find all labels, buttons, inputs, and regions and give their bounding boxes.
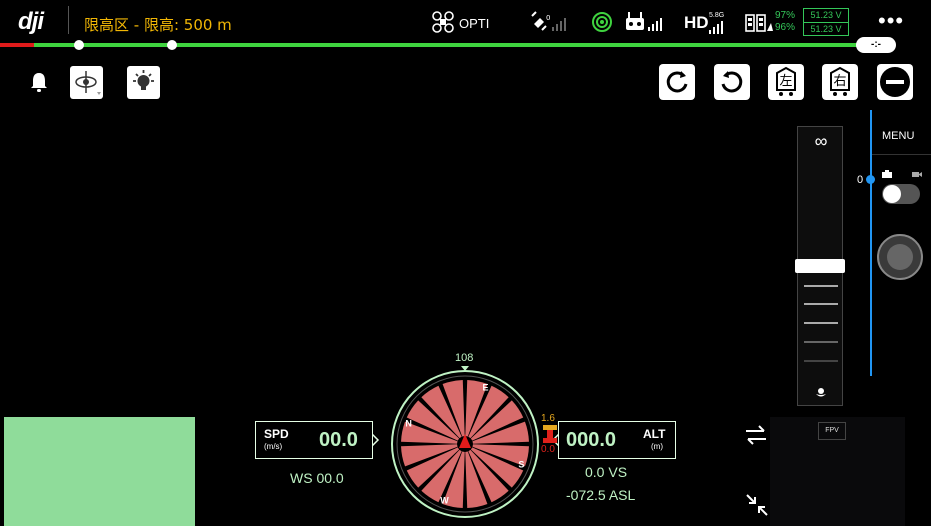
vision-sensor-icon[interactable] <box>590 10 614 34</box>
speed-unit: (m/s) <box>264 442 283 451</box>
speed-pointer-icon <box>372 434 380 446</box>
swap-view-icon[interactable] <box>744 425 768 445</box>
speed-readout: SPD (m/s) 00.0 <box>255 421 373 459</box>
slider-tick <box>804 285 838 287</box>
right-button[interactable]: 右 <box>822 64 858 100</box>
battery-percent-rc: 96% <box>775 22 796 33</box>
compass-radar: E S W N <box>391 366 539 518</box>
stop-button[interactable] <box>877 64 913 100</box>
right-button-label: 右 <box>833 74 847 89</box>
macro-flower-icon <box>816 388 826 397</box>
vertical-speed: 0.0 VS <box>585 464 628 480</box>
dji-logo[interactable]: dji <box>18 8 44 36</box>
minus-circle-icon <box>880 67 910 97</box>
bell-icon[interactable] <box>29 71 49 93</box>
gimbal-icon <box>75 71 101 95</box>
divider <box>68 6 69 34</box>
hd-signal-bars-icon <box>709 21 723 34</box>
flight-progress-line <box>0 43 870 47</box>
video-icon <box>912 172 922 177</box>
wind-speed: WS 00.0 <box>290 470 344 486</box>
rotate-clockwise-icon <box>666 71 688 93</box>
gimbal-mode-button[interactable] <box>70 66 103 99</box>
led-light-button[interactable] <box>127 66 160 99</box>
flight-mode-label[interactable]: OPTI <box>459 16 489 31</box>
lightbulb-icon <box>133 70 154 90</box>
mini-map[interactable] <box>4 417 195 526</box>
progress-marker <box>74 40 84 50</box>
slider-tick <box>804 303 838 305</box>
battery-percent-aircraft: 97% <box>775 10 796 21</box>
progress-end-marker[interactable]: -:- <box>856 37 896 53</box>
svg-text:0: 0 <box>546 14 550 22</box>
rotate-counterclockwise-button[interactable] <box>714 64 750 100</box>
remote-controller-signal-icon[interactable] <box>624 10 670 34</box>
compass-letter: E <box>483 383 489 393</box>
menu-button[interactable]: MENU <box>882 130 914 142</box>
battery-icon[interactable] <box>744 11 774 35</box>
slider-tick <box>804 360 838 362</box>
battery-voltage-1: 51.23 V <box>810 10 842 20</box>
hd-band-label: 5.8G <box>709 12 725 19</box>
fpv-label[interactable]: FPV <box>818 422 846 440</box>
obstacle-distance-top: 1.6 <box>541 413 555 424</box>
left-button[interactable]: 左 <box>768 64 804 100</box>
satellite-signal-icon[interactable]: 0 <box>530 10 572 34</box>
battery-percent: 97% 96% <box>775 10 795 34</box>
slider-handle[interactable] <box>795 259 845 273</box>
divider <box>872 154 931 155</box>
speed-label: SPD <box>264 427 289 441</box>
flight-progress-red-segment <box>0 43 34 47</box>
altitude-above-sea-level: -072.5 ASL <box>566 487 636 503</box>
battery-voltage: 51.23 V 51.23 V <box>803 8 849 36</box>
top-status-bar: dji 限高区 - 限高: 500 m OPTI 0 HD 5.8G 97% 9… <box>0 0 931 46</box>
compass-letter: N <box>405 418 412 428</box>
slider-tick <box>804 322 838 324</box>
rotate-clockwise-button[interactable] <box>659 64 695 100</box>
compass-letter: W <box>440 495 449 505</box>
obstacle-distance-bottom: 0.0 <box>541 444 555 455</box>
altitude-label: ALT <box>643 427 666 441</box>
rotate-counterclockwise-icon <box>721 71 743 93</box>
progress-marker <box>167 40 177 50</box>
altitude-unit: (m) <box>651 442 663 451</box>
shutter-button[interactable] <box>877 234 923 280</box>
panel-slider-value: 0 <box>857 174 864 186</box>
shutter-inner <box>887 244 913 270</box>
altitude-limit-status[interactable]: 限高区 - 限高: 500 m <box>84 14 232 35</box>
gimbal-focus-slider[interactable]: ∞ <box>795 126 845 406</box>
aircraft-icon <box>432 11 454 33</box>
obstacle-indicator-icon <box>543 425 557 443</box>
photo-video-toggle[interactable] <box>882 184 920 204</box>
compass-letter: S <box>518 460 524 470</box>
left-button-label: 左 <box>779 74 793 89</box>
hd-video-link-label[interactable]: HD <box>684 13 709 33</box>
infinity-icon: ∞ <box>814 131 828 151</box>
speed-value: 00.0 <box>319 429 358 451</box>
panel-slider-handle[interactable] <box>866 175 875 184</box>
heading-value: 108 <box>455 352 474 364</box>
altitude-readout: 000.0 ALT (m) <box>558 421 676 459</box>
slider-tick <box>804 341 838 343</box>
camera-icon <box>882 170 892 178</box>
altitude-value: 000.0 <box>566 429 617 451</box>
battery-voltage-2: 51.23 V <box>804 22 848 36</box>
more-options-button[interactable]: ••• <box>878 8 904 34</box>
collapse-view-icon[interactable] <box>745 493 769 517</box>
toggle-knob <box>883 185 901 203</box>
